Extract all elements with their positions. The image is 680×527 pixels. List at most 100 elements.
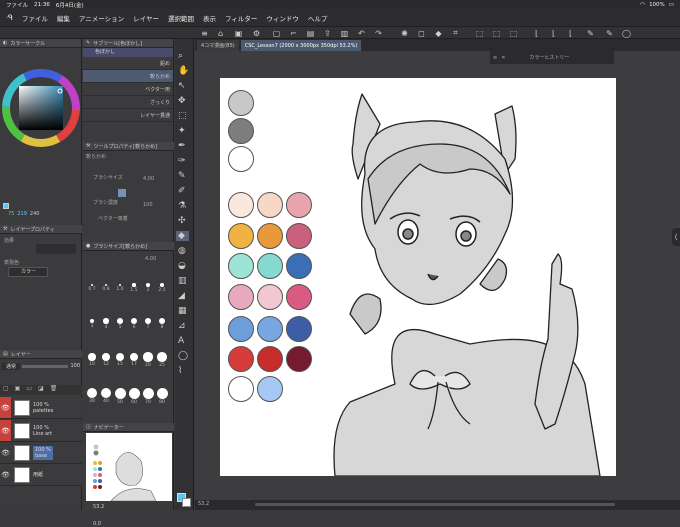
brush-size-option[interactable]: 6	[127, 307, 141, 341]
correct-line-tool-icon[interactable]: ⌇	[178, 366, 189, 376]
home-icon[interactable]: ⌂	[214, 27, 227, 39]
crop-icon[interactable]: ⬚	[507, 27, 520, 39]
eye-icon[interactable]: 👁	[0, 397, 11, 418]
hamburger-icon[interactable]: ≡	[198, 27, 211, 39]
brush-item[interactable]: ざっくり	[83, 96, 173, 109]
mask-icon[interactable]: ◪	[38, 385, 44, 395]
menu-edit[interactable]: 編集	[57, 13, 70, 23]
palette-swatch[interactable]	[286, 346, 312, 372]
delete-icon[interactable]: ✺	[398, 27, 411, 39]
brush-size-option[interactable]: 5	[113, 307, 127, 341]
horizontal-scrollbar[interactable]: 53.2	[195, 500, 680, 510]
new-layer-icon[interactable]: ▢	[3, 385, 9, 395]
palette-swatch[interactable]	[228, 118, 254, 144]
eye-icon[interactable]: 👁	[0, 464, 11, 485]
brush-shape-icon[interactable]	[118, 189, 126, 197]
brush-size-option[interactable]: 2	[141, 271, 155, 305]
menu-selection[interactable]: 選択範囲	[168, 13, 194, 23]
brush-size-option[interactable]: 2.5	[155, 271, 169, 305]
zoom-tool-icon[interactable]: ⌕	[178, 51, 189, 61]
brush-size-option[interactable]: 60	[127, 379, 141, 413]
palette-swatch[interactable]	[257, 316, 283, 342]
brush-size-option[interactable]: 70	[141, 379, 155, 413]
brush-size-option[interactable]: 17	[127, 343, 141, 377]
special-ruler-icon[interactable]: ⌊	[547, 27, 560, 39]
menu-window[interactable]: ウィンドウ	[266, 13, 299, 23]
effect-buttons[interactable]	[36, 244, 76, 254]
app-back-label[interactable]: ファイル	[6, 1, 28, 9]
palette-swatch[interactable]	[228, 146, 254, 172]
palette-swatch[interactable]	[228, 223, 254, 249]
palette-swatch[interactable]	[257, 223, 283, 249]
navigator-preview[interactable]	[86, 433, 172, 502]
new-file-icon[interactable]: ▢	[270, 27, 283, 39]
color-wheel[interactable]	[2, 69, 80, 147]
text-tool-icon[interactable]: A	[178, 336, 189, 346]
menu-filter[interactable]: フィルター	[225, 13, 257, 23]
layer-row[interactable]: 👁 100 % palettes	[0, 397, 82, 419]
palette-swatch[interactable]	[228, 253, 254, 279]
brush-size-option[interactable]: 0.7	[85, 271, 99, 305]
brush-size-option[interactable]: 15	[113, 343, 127, 377]
edit-frame-icon[interactable]: ✎	[584, 27, 597, 39]
palette-swatch[interactable]	[286, 253, 312, 279]
clear-icon[interactable]: ◻	[415, 27, 428, 39]
palette-swatch[interactable]	[286, 223, 312, 249]
palette-swatch[interactable]	[286, 192, 312, 218]
brush-size-option[interactable]: 10	[85, 343, 99, 377]
brush-tool-icon[interactable]: ✐	[178, 186, 189, 196]
frame-tool-icon[interactable]: ▦	[178, 306, 189, 316]
palette-swatch[interactable]	[228, 376, 254, 402]
palette-swatch[interactable]	[257, 376, 283, 402]
expression-color-select[interactable]: カラー	[8, 267, 48, 277]
main-color-chip[interactable]	[3, 203, 9, 209]
blend-mode-select[interactable]: 通常	[2, 362, 21, 370]
grid-snap-icon[interactable]: ⌊	[564, 27, 577, 39]
select-tool-icon[interactable]: ⬚	[178, 111, 189, 121]
ruler-tool-icon[interactable]: ⊿	[178, 321, 189, 331]
brush-item[interactable]: ベクター用	[83, 83, 173, 96]
palette-swatch[interactable]	[228, 284, 254, 310]
move-tool-icon[interactable]: ✋	[178, 66, 189, 76]
operation-tool-icon[interactable]: ↖	[178, 81, 189, 91]
brush-size-option[interactable]: 40	[99, 379, 113, 413]
layer-row[interactable]: 👁 用紙	[0, 464, 82, 486]
delete-layer-icon[interactable]: 🗑	[50, 385, 58, 395]
menu-layer[interactable]: レイヤー	[133, 13, 159, 23]
brush-size-option[interactable]: 1.5	[127, 271, 141, 305]
brush-size-option[interactable]: 25	[155, 343, 169, 377]
brush-size-grid[interactable]: 0.7 0.8 1.0 1.5 2 2.5 3 4 5 6 7 8 10 12 15 17 20 25 30 40 50…	[85, 271, 172, 421]
fill-icon[interactable]: ◆	[432, 27, 445, 39]
brush-size-option[interactable]: 1.0	[113, 271, 127, 305]
redo-icon[interactable]: ↷	[372, 27, 385, 39]
eraser-tool-icon[interactable]: ◍	[178, 246, 189, 256]
scroll-thumb[interactable]	[255, 503, 615, 506]
palette-swatch[interactable]	[257, 284, 283, 310]
eyedropper-tool-icon[interactable]: ✒	[178, 141, 189, 151]
palette-swatch[interactable]	[257, 346, 283, 372]
gradient-tool-icon[interactable]: ▥	[178, 276, 189, 286]
opacity-slider[interactable]	[22, 364, 69, 368]
brush-size-option[interactable]: 0.8	[99, 271, 113, 305]
save-as-icon[interactable]: ▥	[338, 27, 351, 39]
selection-icon[interactable]: ⬚	[473, 27, 486, 39]
menu-file[interactable]: ファイル	[22, 13, 48, 23]
subtool-group[interactable]: 色ぼかし	[83, 48, 173, 57]
palette-swatch[interactable]	[228, 316, 254, 342]
pencil-tool-icon[interactable]: ✎	[178, 171, 189, 181]
blend-tool-icon[interactable]: ◆	[176, 231, 190, 241]
app-logo-icon[interactable]: ᑴ	[6, 13, 13, 22]
balloon-tool-icon[interactable]: ◯	[178, 351, 189, 361]
palette-swatch[interactable]	[228, 346, 254, 372]
new-vector-layer-icon[interactable]: ▣	[15, 385, 21, 395]
pen-tool-icon[interactable]: ✑	[178, 156, 189, 166]
brush-size-option[interactable]: 12	[99, 343, 113, 377]
menu-help[interactable]: ヘルプ	[308, 13, 328, 23]
settings-icon[interactable]: ⚙	[250, 27, 263, 39]
brush-size-option[interactable]: 4	[99, 307, 113, 341]
save-icon[interactable]: ▤	[304, 27, 317, 39]
palette-swatch[interactable]	[286, 284, 312, 310]
palette-swatch[interactable]	[257, 192, 283, 218]
menu-view[interactable]: 表示	[203, 13, 216, 23]
menu-animation[interactable]: アニメーション	[79, 13, 124, 23]
